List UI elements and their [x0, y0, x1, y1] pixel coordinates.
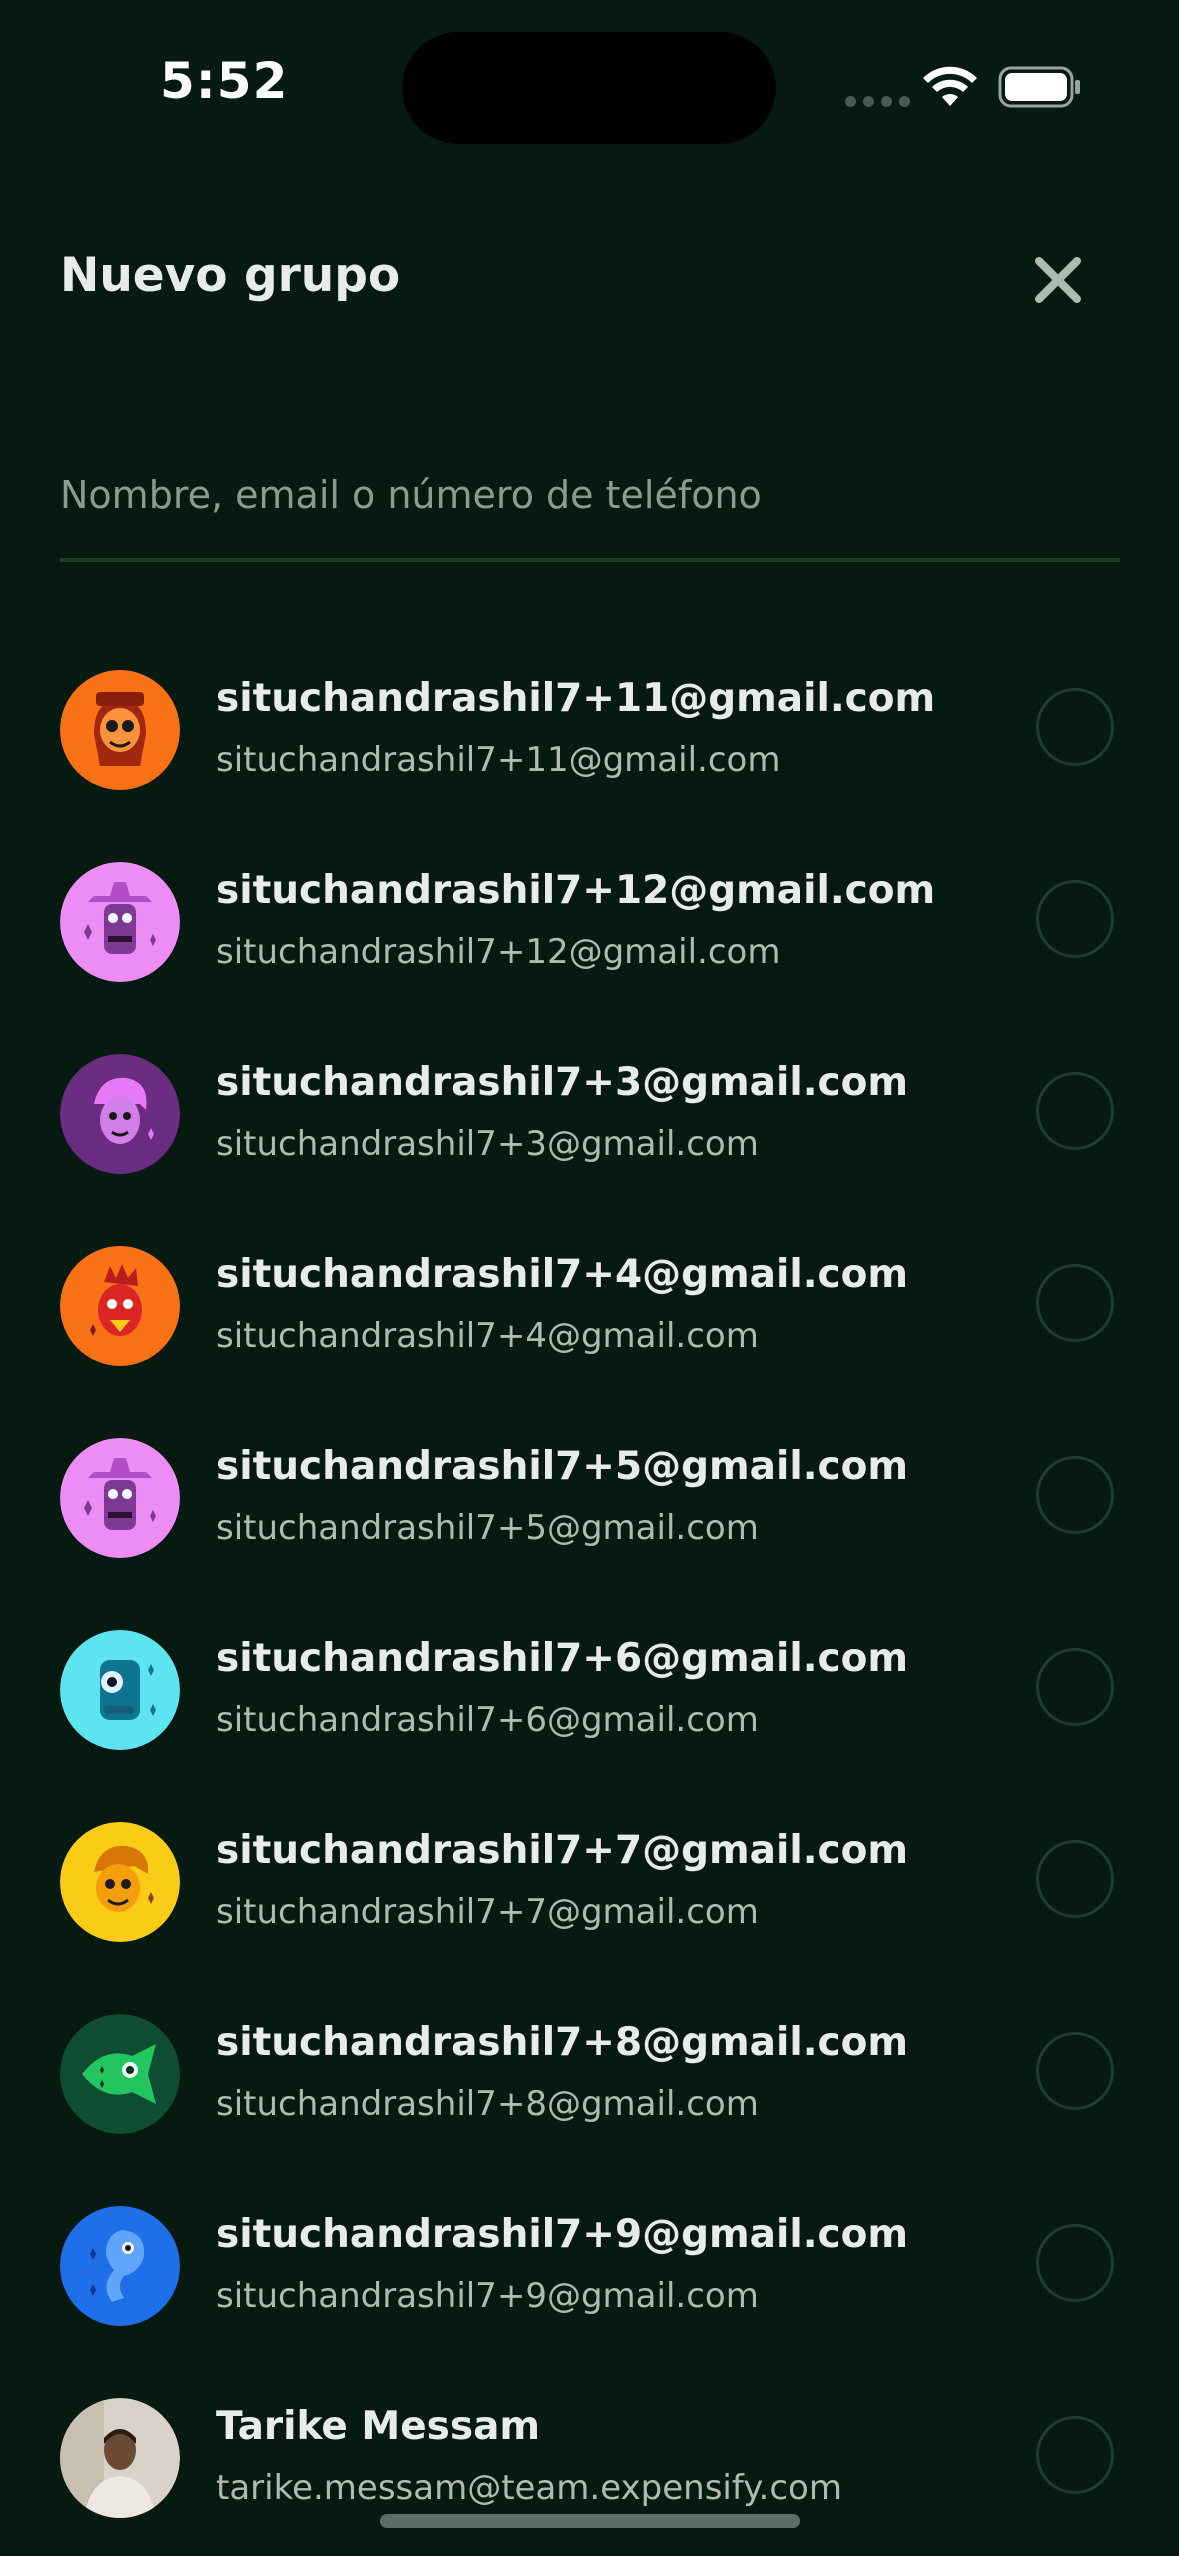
select-checkbox[interactable]	[1036, 1840, 1114, 1918]
contact-email: situchandrashil7+7@gmail.com	[216, 1892, 759, 1932]
avatar	[60, 2014, 180, 2134]
select-checkbox[interactable]	[1036, 1072, 1114, 1150]
select-checkbox[interactable]	[1036, 688, 1114, 766]
contact-name: situchandrashil7+4@gmail.com	[216, 1252, 909, 1297]
avatar	[60, 862, 180, 982]
contact-name: situchandrashil7+7@gmail.com	[216, 1828, 909, 1873]
avatar	[60, 1246, 180, 1366]
contact-email: situchandrashil7+9@gmail.com	[216, 2276, 759, 2316]
select-checkbox[interactable]	[1036, 880, 1114, 958]
status-time: 5:52	[160, 52, 289, 110]
contact-name: situchandrashil7+6@gmail.com	[216, 1636, 909, 1681]
select-checkbox[interactable]	[1036, 1456, 1114, 1534]
list-item[interactable]: situchandrashil7+9@gmail.com situchandra…	[0, 2170, 1179, 2362]
list-item[interactable]: situchandrashil7+4@gmail.com situchandra…	[0, 1210, 1179, 1402]
contact-email: situchandrashil7+3@gmail.com	[216, 1124, 759, 1164]
contact-name: Tarike Messam	[216, 2404, 541, 2449]
search-input[interactable]	[60, 440, 1120, 550]
avatar	[60, 1822, 180, 1942]
home-indicator	[380, 2514, 800, 2528]
select-checkbox[interactable]	[1036, 1648, 1114, 1726]
select-checkbox[interactable]	[1036, 2416, 1114, 2494]
avatar	[60, 670, 180, 790]
contact-list: situchandrashil7+11@gmail.com situchandr…	[0, 634, 1179, 2554]
contact-name: situchandrashil7+9@gmail.com	[216, 2212, 909, 2257]
page-title: Nuevo grupo	[60, 248, 401, 303]
select-checkbox[interactable]	[1036, 2224, 1114, 2302]
list-item[interactable]: situchandrashil7+6@gmail.com situchandra…	[0, 1594, 1179, 1786]
contact-name: situchandrashil7+12@gmail.com	[216, 868, 936, 913]
contact-email: tarike.messam@team.expensify.com	[216, 2468, 842, 2508]
list-item[interactable]: situchandrashil7+7@gmail.com situchandra…	[0, 1786, 1179, 1978]
close-icon	[1035, 257, 1081, 303]
avatar	[60, 2206, 180, 2326]
contact-name: situchandrashil7+11@gmail.com	[216, 676, 936, 721]
contact-name: situchandrashil7+3@gmail.com	[216, 1060, 909, 1105]
avatar	[60, 1438, 180, 1558]
dynamic-island	[402, 32, 776, 144]
contact-email: situchandrashil7+6@gmail.com	[216, 1700, 759, 1740]
list-item[interactable]: situchandrashil7+12@gmail.com situchandr…	[0, 826, 1179, 1018]
list-item[interactable]: situchandrashil7+11@gmail.com situchandr…	[0, 634, 1179, 826]
battery-icon	[998, 66, 1082, 112]
contact-email: situchandrashil7+5@gmail.com	[216, 1508, 759, 1548]
search-underline	[60, 558, 1120, 562]
list-item[interactable]: situchandrashil7+3@gmail.com situchandra…	[0, 1018, 1179, 1210]
contact-email: situchandrashil7+8@gmail.com	[216, 2084, 759, 2124]
contact-email: situchandrashil7+11@gmail.com	[216, 740, 781, 780]
avatar	[60, 1054, 180, 1174]
select-checkbox[interactable]	[1036, 1264, 1114, 1342]
contact-email: situchandrashil7+4@gmail.com	[216, 1316, 759, 1356]
list-item[interactable]: situchandrashil7+8@gmail.com situchandra…	[0, 1978, 1179, 2170]
status-bar: 5:52	[0, 0, 1179, 170]
header: Nuevo grupo	[0, 220, 1179, 340]
contact-name: situchandrashil7+8@gmail.com	[216, 2020, 909, 2065]
contact-name: situchandrashil7+5@gmail.com	[216, 1444, 909, 1489]
avatar	[60, 1630, 180, 1750]
list-item[interactable]: situchandrashil7+5@gmail.com situchandra…	[0, 1402, 1179, 1594]
close-button[interactable]	[1020, 242, 1096, 318]
search-field	[60, 440, 1120, 562]
select-checkbox[interactable]	[1036, 2032, 1114, 2110]
avatar	[60, 2398, 180, 2518]
cellular-signal-icon	[845, 96, 910, 107]
wifi-icon	[922, 66, 978, 112]
contact-email: situchandrashil7+12@gmail.com	[216, 932, 781, 972]
